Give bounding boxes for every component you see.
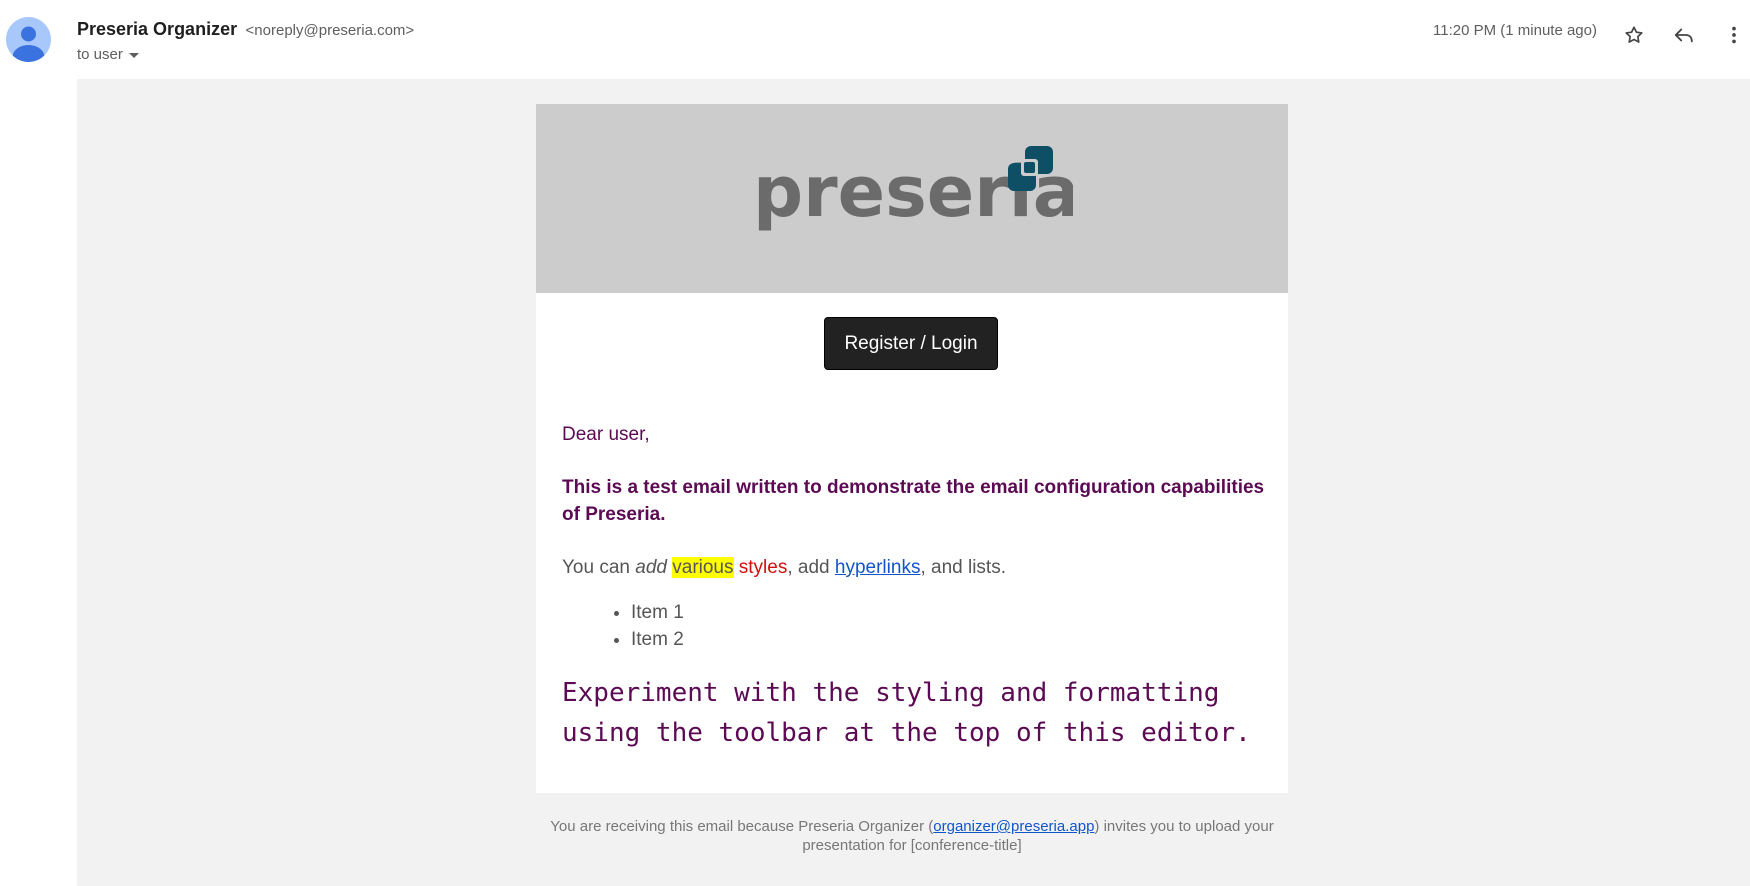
more-options-button[interactable]	[1717, 18, 1750, 52]
email-content: Dear user, This is a test email written …	[562, 421, 1267, 753]
monospace-paragraph: Experiment with the styling and formatti…	[562, 678, 1251, 748]
styles-text-3: , and lists.	[920, 557, 1006, 578]
recipient-label: to user	[77, 46, 123, 63]
footer-text-1: You are receiving this email because Pre…	[550, 818, 934, 835]
list-item: Item 1	[631, 599, 1267, 626]
hyperlink[interactable]: hyperlinks	[835, 557, 921, 578]
reply-icon	[1674, 28, 1693, 43]
styles-paragraph: You can add various styles, add hyperlin…	[562, 554, 1267, 581]
star-button[interactable]	[1617, 18, 1651, 52]
red-text: styles	[733, 557, 788, 578]
styles-text-1: You can	[562, 557, 636, 578]
preseria-logo: preseria	[753, 146, 1073, 233]
sender-email: <noreply@preseria.com>	[245, 22, 415, 39]
greeting: Dear user,	[562, 424, 650, 445]
bullet-list: Item 1 Item 2	[562, 599, 1267, 653]
email-card: preseria Register / Login Dear user, Thi…	[536, 104, 1288, 793]
highlighted-text: various	[672, 557, 734, 578]
recipient-details-toggle[interactable]: to user	[77, 46, 139, 63]
reply-button[interactable]	[1667, 18, 1701, 52]
more-vert-icon	[1732, 26, 1736, 44]
organizer-email-link[interactable]: organizer@preseria.app	[933, 818, 1094, 835]
sender-avatar[interactable]	[6, 17, 51, 62]
register-login-button[interactable]: Register / Login	[824, 317, 998, 370]
caret-down-icon	[128, 53, 139, 58]
sender-name[interactable]: Preseria Organizer	[77, 19, 237, 39]
email-footer: You are receiving this email because Pre…	[536, 817, 1288, 855]
star-icon	[1625, 26, 1643, 43]
person-avatar-icon	[6, 17, 51, 62]
styles-text-2: , add	[787, 557, 835, 578]
sender-line: Preseria Organizer <noreply@preseria.com…	[77, 19, 414, 40]
intro-paragraph: This is a test email written to demonstr…	[562, 477, 1265, 525]
list-item: Item 2	[631, 626, 1267, 653]
timestamp: 11:20 PM (1 minute ago)	[1433, 22, 1597, 39]
logo-banner: preseria	[536, 104, 1288, 293]
italic-text: add	[635, 557, 667, 578]
